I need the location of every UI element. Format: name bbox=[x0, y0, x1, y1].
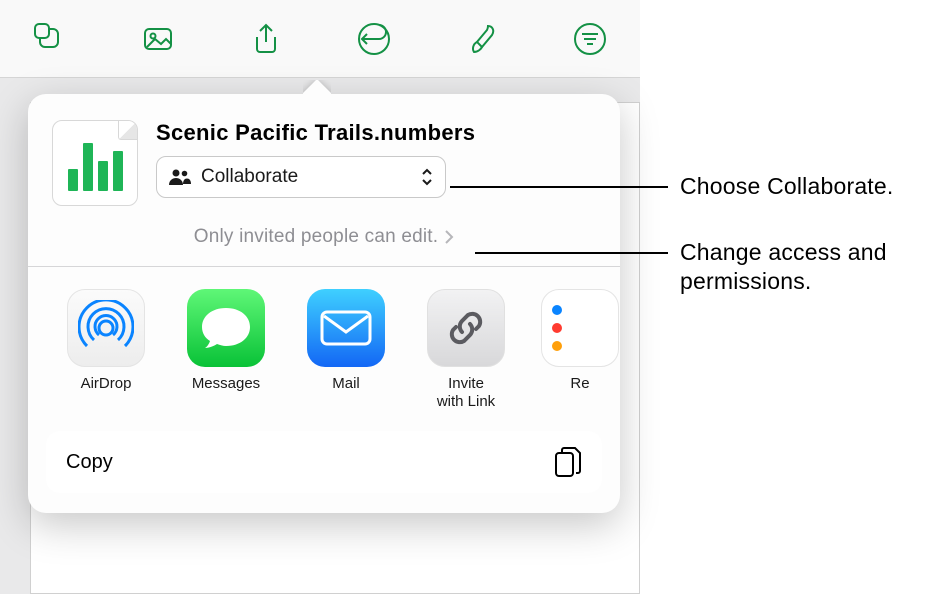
invite-label: Invite with Link bbox=[437, 375, 495, 411]
people-icon bbox=[169, 169, 191, 185]
permissions-text: Only invited people can edit. bbox=[194, 226, 439, 248]
reminders-icon bbox=[541, 289, 619, 367]
copy-icon bbox=[554, 446, 582, 478]
collaborate-label: Collaborate bbox=[201, 166, 298, 188]
more-button[interactable] bbox=[570, 19, 610, 59]
share-mail[interactable]: Mail bbox=[286, 289, 406, 411]
new-object-button[interactable] bbox=[30, 19, 70, 59]
share-airdrop[interactable]: AirDrop bbox=[46, 289, 166, 411]
share-header: Scenic Pacific Trails.numbers Collaborat… bbox=[28, 102, 620, 220]
share-reminders[interactable]: Re bbox=[520, 289, 620, 411]
share-invite-link[interactable]: Invite with Link bbox=[406, 289, 526, 411]
paintbrush-icon bbox=[465, 22, 499, 56]
copy-action[interactable]: Copy bbox=[46, 431, 602, 493]
filter-icon bbox=[573, 22, 607, 56]
mail-label: Mail bbox=[332, 375, 360, 393]
airdrop-icon bbox=[67, 289, 145, 367]
share-destinations: AirDrop Messages Mail bbox=[28, 267, 620, 427]
chevron-up-down-icon bbox=[419, 167, 435, 187]
chart-icon bbox=[68, 141, 123, 191]
permissions-row[interactable]: Only invited people can edit. bbox=[28, 220, 620, 266]
file-thumbnail bbox=[52, 120, 138, 206]
media-button[interactable] bbox=[138, 19, 178, 59]
popover-arrow bbox=[303, 80, 331, 94]
callout-text-1: Choose Collaborate. bbox=[680, 172, 893, 201]
share-button[interactable] bbox=[246, 19, 286, 59]
share-messages[interactable]: Messages bbox=[166, 289, 286, 411]
messages-icon bbox=[187, 289, 265, 367]
copy-label: Copy bbox=[66, 451, 113, 474]
share-icon bbox=[249, 22, 283, 56]
callout-text-2: Change access and permissions. bbox=[680, 238, 910, 296]
photo-icon bbox=[141, 22, 175, 56]
reminders-label: Re bbox=[570, 375, 589, 393]
file-title: Scenic Pacific Trails.numbers bbox=[156, 120, 596, 146]
add-shape-icon bbox=[33, 22, 67, 56]
messages-label: Messages bbox=[192, 375, 260, 393]
collaborate-dropdown[interactable]: Collaborate bbox=[156, 156, 446, 198]
mail-icon bbox=[307, 289, 385, 367]
undo-button[interactable] bbox=[354, 19, 394, 59]
share-popover: Scenic Pacific Trails.numbers Collaborat… bbox=[28, 94, 620, 513]
format-button[interactable] bbox=[462, 19, 502, 59]
chevron-right-icon bbox=[444, 229, 454, 245]
callout-line-1 bbox=[450, 186, 668, 188]
link-icon bbox=[427, 289, 505, 367]
callout-line-2 bbox=[475, 252, 668, 254]
top-toolbar bbox=[0, 0, 640, 78]
undo-icon bbox=[357, 22, 391, 56]
airdrop-label: AirDrop bbox=[81, 375, 132, 393]
